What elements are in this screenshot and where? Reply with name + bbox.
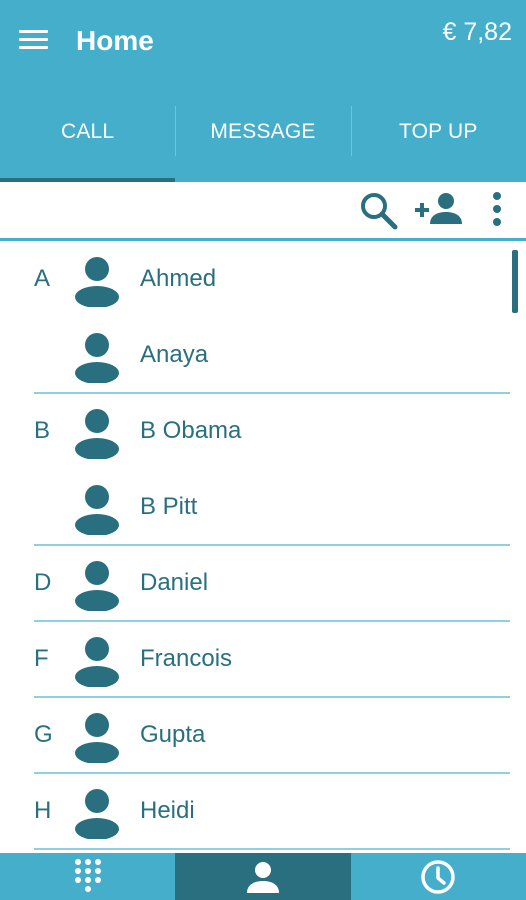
tab-call-label: CALL bbox=[60, 120, 115, 143]
menu-icon-bar bbox=[19, 30, 48, 33]
more-options-button[interactable] bbox=[486, 190, 508, 230]
contact-name: Francois bbox=[140, 645, 233, 672]
tab-bar: CALL MESSAGE TOP UP bbox=[0, 100, 526, 182]
contact-name: Daniel bbox=[140, 569, 209, 596]
tab-message-label: MESSAGE bbox=[210, 120, 316, 143]
contact-row-b-obama[interactable]: B B Obama bbox=[0, 393, 526, 469]
menu-button[interactable] bbox=[19, 28, 49, 52]
section-divider bbox=[34, 848, 510, 850]
nav-history[interactable] bbox=[351, 853, 526, 900]
contact-row-anaya[interactable]: Anaya bbox=[0, 317, 526, 393]
person-icon bbox=[75, 561, 119, 611]
person-icon bbox=[75, 789, 119, 839]
section-letter: H bbox=[34, 797, 52, 824]
contacts-icon bbox=[246, 861, 279, 893]
app-screen: Home € 7,82 CALL MESSAGE TOP UP A Ahmed … bbox=[0, 0, 526, 900]
bottom-navigation bbox=[0, 853, 526, 900]
add-contact-button[interactable] bbox=[413, 190, 467, 230]
contact-name: Gupta bbox=[140, 721, 206, 748]
contact-name: Anaya bbox=[140, 341, 209, 368]
person-icon bbox=[75, 409, 119, 459]
section-letter: B bbox=[34, 417, 51, 444]
page-title: Home bbox=[76, 25, 154, 56]
nav-dialpad[interactable] bbox=[0, 853, 175, 900]
search-button[interactable] bbox=[358, 190, 400, 230]
person-icon bbox=[75, 485, 119, 535]
contacts-toolbar bbox=[0, 182, 526, 241]
tab-call[interactable]: CALL bbox=[0, 100, 176, 182]
list-scrollbar[interactable] bbox=[512, 250, 518, 313]
section-letter: D bbox=[34, 569, 52, 596]
contact-name: B Pitt bbox=[140, 493, 198, 520]
clock-icon bbox=[421, 859, 456, 894]
contact-name: B Obama bbox=[140, 417, 242, 444]
contact-name: Ahmed bbox=[140, 265, 217, 292]
contacts-list[interactable]: A Ahmed Anaya B B Obama B Pitt D Daniel … bbox=[0, 241, 526, 853]
contact-row-heidi[interactable]: H Heidi bbox=[0, 773, 526, 849]
contact-row-gupta[interactable]: G Gupta bbox=[0, 697, 526, 773]
person-icon bbox=[75, 257, 119, 307]
more-vert-icon bbox=[493, 192, 501, 226]
app-header: Home € 7,82 CALL MESSAGE TOP UP bbox=[0, 0, 526, 182]
search-icon bbox=[361, 193, 398, 230]
contact-name: Heidi bbox=[140, 797, 195, 824]
person-icon bbox=[75, 637, 119, 687]
balance-display: € 7,82 bbox=[442, 18, 512, 46]
nav-contacts[interactable] bbox=[175, 853, 351, 900]
contact-row-francois[interactable]: F Francois bbox=[0, 621, 526, 697]
section-letter: A bbox=[34, 265, 51, 292]
dialpad-icon bbox=[74, 858, 101, 892]
menu-icon-bar bbox=[19, 46, 48, 49]
tab-top-up-label: TOP UP bbox=[399, 120, 478, 143]
tab-message[interactable]: MESSAGE bbox=[175, 100, 350, 182]
person-icon bbox=[75, 333, 119, 383]
tab-top-up[interactable]: TOP UP bbox=[350, 100, 526, 182]
contact-row-daniel[interactable]: D Daniel bbox=[0, 545, 526, 621]
section-letter: F bbox=[34, 645, 49, 672]
menu-icon-bar bbox=[19, 38, 48, 41]
contact-row-b-pitt[interactable]: B Pitt bbox=[0, 469, 526, 545]
contact-row-ahmed[interactable]: A Ahmed bbox=[0, 241, 526, 317]
section-letter: G bbox=[34, 721, 53, 748]
person-icon bbox=[75, 713, 119, 763]
add-contact-icon bbox=[415, 193, 462, 224]
